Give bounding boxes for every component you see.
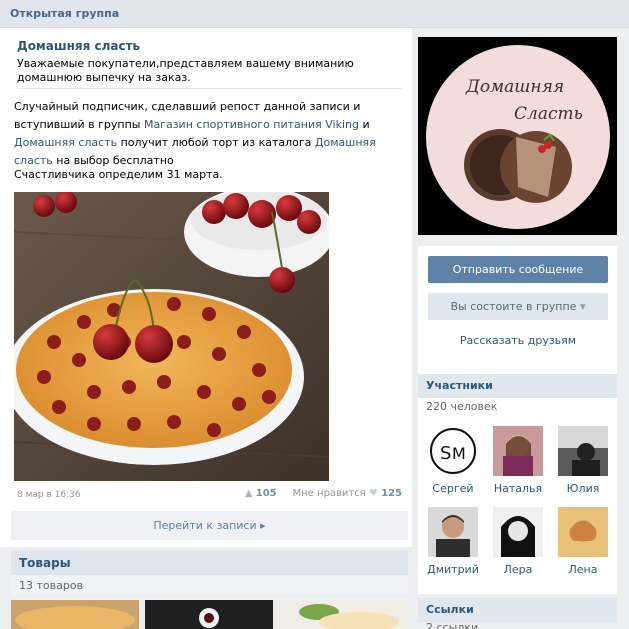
chevron-down-icon: ▾: [579, 300, 586, 313]
group-cover[interactable]: Домашняя Сласть: [418, 37, 617, 235]
members-block: Участники 220 человек SM Сергей Наталья …: [418, 374, 617, 594]
svg-text:M: M: [452, 444, 466, 463]
avatar[interactable]: [493, 426, 543, 476]
goods-thumb[interactable]: [279, 600, 407, 629]
svg-text:S: S: [440, 443, 451, 464]
like-label[interactable]: Мне нравится: [293, 488, 366, 499]
group-type-label: Открытая группа: [10, 7, 120, 20]
heart-icon[interactable]: ♥: [369, 488, 378, 499]
post-text-part: и: [358, 118, 370, 131]
avatar[interactable]: [558, 426, 608, 476]
links-header[interactable]: Ссылки: [418, 598, 617, 622]
group-type-header: Открытая группа: [0, 0, 629, 28]
member-name[interactable]: Лера: [488, 563, 548, 576]
avatar[interactable]: [428, 507, 478, 557]
post-announcement: Счастливчика определим 31 марта.: [14, 168, 223, 181]
member-card[interactable]: Юлия: [553, 426, 613, 495]
goods-count: 13 товаров: [19, 579, 84, 592]
post-text: Случайный подписчик, сделавший репост да…: [14, 98, 404, 170]
member-card[interactable]: Лена: [553, 507, 613, 576]
goods-thumb[interactable]: [145, 600, 273, 629]
post-date[interactable]: 8 мар в 16:36: [17, 490, 81, 500]
cover-logo-text: Домашняя: [465, 77, 564, 97]
cover-logo-text: Сласть: [514, 104, 583, 124]
main-column: Домашняя сласть Уважаемые покупатели,пре…: [0, 28, 412, 629]
goto-post-label: Перейти к записи: [153, 519, 257, 532]
post-actions: ▲ 105 Мне нравится ♥ 125: [245, 488, 402, 499]
post-text-part: получит любой торт из каталога: [117, 136, 315, 149]
links-count: 2 ссылки: [426, 621, 479, 629]
sidebar: Домашняя Сласть Отправить сообщение Вы с…: [417, 28, 629, 629]
members-title: Участники: [426, 379, 493, 392]
member-name[interactable]: Лена: [553, 563, 613, 576]
members-count: 220 человек: [426, 400, 498, 413]
send-message-button[interactable]: Отправить сообщение: [428, 256, 608, 283]
group-description: Уважаемые покупатели,представляем вашему…: [17, 57, 354, 84]
group-actions: Отправить сообщение Вы состоите в группе…: [418, 246, 617, 386]
member-card[interactable]: Наталья: [488, 426, 548, 495]
goods-count-row: 13 товаров: [11, 575, 408, 595]
megaphone-icon[interactable]: ▲: [245, 488, 253, 499]
post-photo[interactable]: [14, 192, 329, 481]
avatar[interactable]: SM: [428, 426, 478, 476]
membership-label: Вы состоите в группе: [450, 300, 577, 313]
member-name[interactable]: Наталья: [488, 482, 548, 495]
member-card[interactable]: Дмитрий: [423, 507, 483, 576]
repost-count[interactable]: 105: [256, 488, 277, 499]
post-text-part: на выбор бесплатно: [52, 154, 174, 167]
member-name[interactable]: Дмитрий: [423, 563, 483, 576]
goods-title: Товары: [19, 556, 71, 570]
links-title: Ссылки: [426, 603, 474, 616]
tell-friends-link[interactable]: Рассказать друзьям: [428, 334, 608, 347]
like-count[interactable]: 125: [381, 488, 402, 499]
member-card[interactable]: SM Сергей: [423, 426, 483, 495]
goods-header[interactable]: Товары: [11, 551, 408, 575]
avatar[interactable]: [493, 507, 543, 557]
link-domashnyaya-slast[interactable]: Домашняя сласть: [14, 136, 117, 149]
member-name[interactable]: Юлия: [553, 482, 613, 495]
divider: [17, 88, 402, 89]
goto-post-button[interactable]: Перейти к записи ▸: [11, 511, 408, 540]
link-viking[interactable]: Магазин спортивного питания Viking: [144, 118, 359, 131]
membership-dropdown[interactable]: Вы состоите в группе ▾: [428, 293, 608, 320]
goods-thumb[interactable]: [11, 600, 139, 629]
pinned-post: Домашняя сласть Уважаемые покупатели,пре…: [0, 28, 412, 547]
member-name[interactable]: Сергей: [423, 482, 483, 495]
member-card[interactable]: Лера: [488, 507, 548, 576]
avatar[interactable]: [558, 507, 608, 557]
goods-thumbnails: [11, 600, 408, 629]
chevron-right-icon: ▸: [260, 519, 266, 532]
group-name[interactable]: Домашняя сласть: [17, 39, 140, 53]
members-header[interactable]: Участники: [418, 374, 617, 398]
